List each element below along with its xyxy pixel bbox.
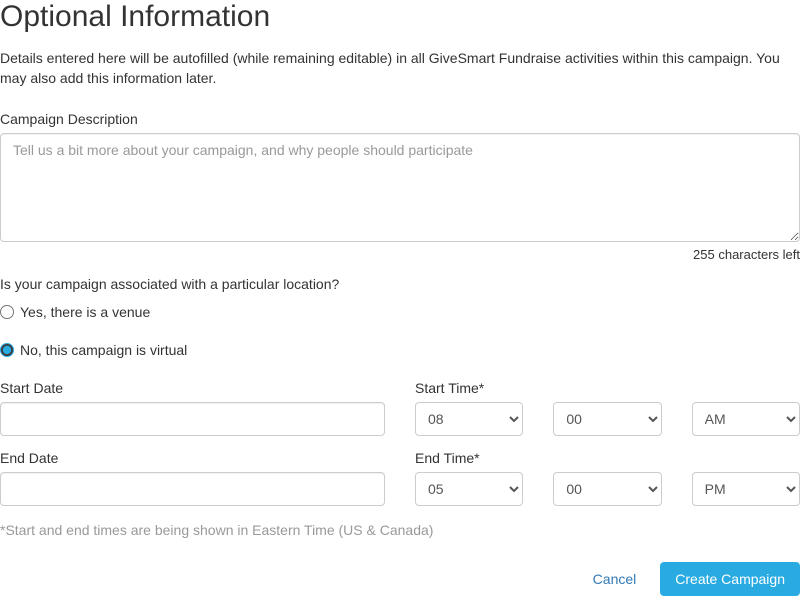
location-no-radio[interactable] bbox=[0, 343, 14, 357]
end-hour-select[interactable]: 05 bbox=[415, 472, 523, 506]
end-ampm-select[interactable]: PM bbox=[692, 472, 800, 506]
end-date-label: End Date bbox=[0, 450, 385, 466]
intro-text: Details entered here will be autofilled … bbox=[0, 48, 800, 89]
location-question: Is your campaign associated with a parti… bbox=[0, 276, 800, 292]
location-yes-option[interactable]: Yes, there is a venue bbox=[0, 304, 800, 320]
location-no-label: No, this campaign is virtual bbox=[20, 342, 187, 358]
end-date-input[interactable] bbox=[0, 472, 385, 506]
location-yes-radio[interactable] bbox=[0, 305, 14, 319]
location-yes-label: Yes, there is a venue bbox=[20, 304, 150, 320]
start-ampm-select[interactable]: AM bbox=[692, 402, 800, 436]
description-textarea[interactable] bbox=[0, 133, 800, 242]
end-minute-select[interactable]: 00 bbox=[553, 472, 661, 506]
description-label: Campaign Description bbox=[0, 111, 800, 127]
create-campaign-button[interactable]: Create Campaign bbox=[660, 562, 800, 596]
location-no-option[interactable]: No, this campaign is virtual bbox=[0, 342, 800, 358]
start-date-label: Start Date bbox=[0, 380, 385, 396]
start-time-label: Start Time* bbox=[415, 380, 800, 396]
char-counter: 255 characters left bbox=[0, 247, 800, 262]
page-title: Optional Information bbox=[0, 0, 800, 34]
start-date-input[interactable] bbox=[0, 402, 385, 436]
timezone-note: *Start and end times are being shown in … bbox=[0, 522, 800, 538]
start-minute-select[interactable]: 00 bbox=[553, 402, 661, 436]
cancel-button[interactable]: Cancel bbox=[585, 563, 645, 595]
start-hour-select[interactable]: 08 bbox=[415, 402, 523, 436]
end-time-label: End Time* bbox=[415, 450, 800, 466]
